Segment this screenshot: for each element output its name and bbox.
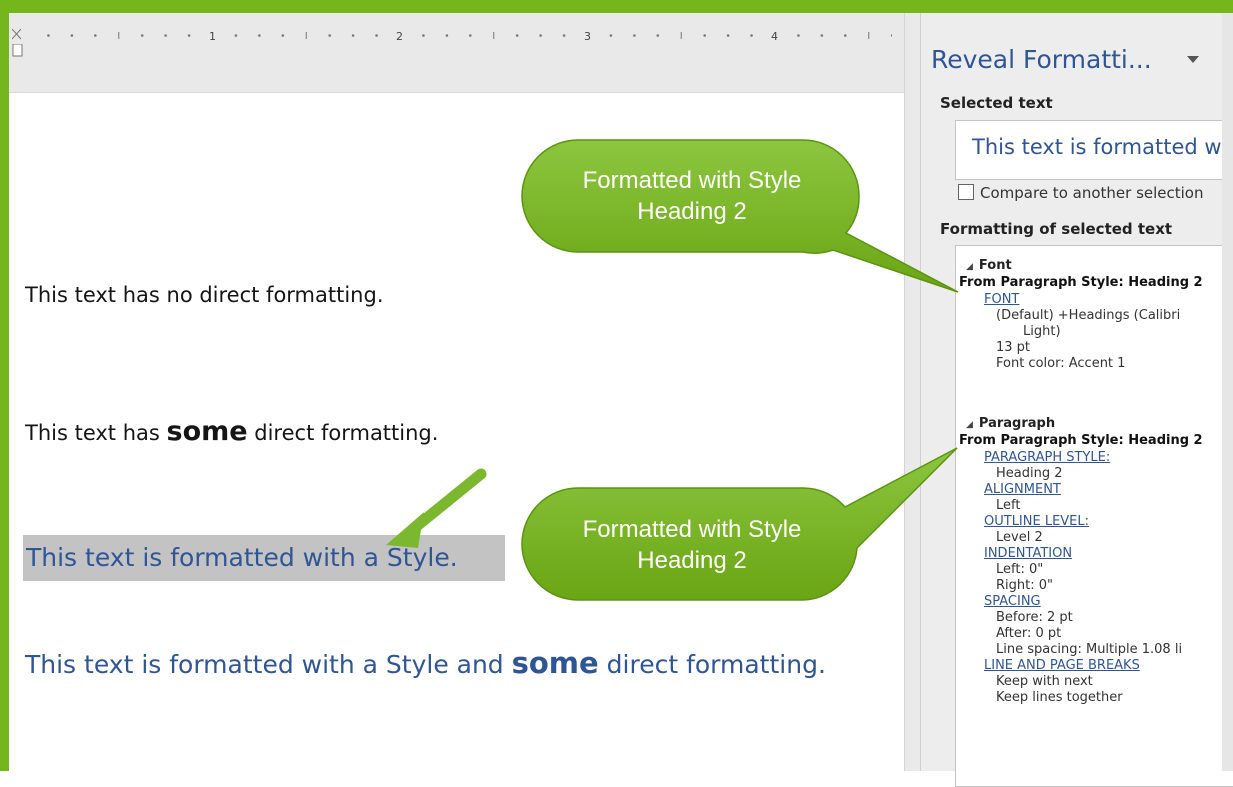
ruler-dot	[750, 34, 753, 37]
paragraph-style-and-direct[interactable]: This text is formatted with a Style and …	[25, 646, 826, 680]
ruler-dot	[258, 34, 261, 37]
ruler-dot	[164, 34, 167, 37]
line-page-breaks-link[interactable]: LINE AND PAGE BREAKS	[984, 658, 1140, 674]
ruler-area: 1 2 3 4	[9, 13, 920, 92]
ruler-dot	[351, 34, 355, 37]
ruler-dot	[633, 34, 636, 37]
expand-triangle-icon[interactable]: ◢	[966, 420, 973, 430]
font-value: Light)	[1023, 324, 1061, 339]
green-frame-top	[0, 0, 1233, 13]
indent-left-value: Left: 0"	[996, 562, 1044, 577]
callout-line: Formatted with Style	[582, 167, 802, 194]
outline-level-link[interactable]: OUTLINE LEVEL:	[984, 514, 1089, 530]
ruler-dot	[515, 34, 519, 37]
document-area: 1 2 3 4 This text has no direct formatti…	[9, 13, 920, 771]
font-link[interactable]: FONT	[984, 292, 1019, 308]
paragraph-section-header[interactable]: ◢ Paragraph	[966, 416, 1055, 433]
callout-label-top: Formatted with Style Heading 2	[527, 165, 857, 227]
ruler-dot	[539, 34, 542, 37]
ruler-dot	[187, 34, 191, 37]
compare-checkbox-row[interactable]: Compare to another selection	[958, 184, 1203, 204]
ruler-dot	[797, 34, 800, 37]
ruler-dot	[609, 34, 613, 37]
formatting-details-box: ◢ Font From Paragraph Style: Heading 2 FO…	[955, 245, 1233, 787]
ruler-dot	[94, 34, 97, 37]
ruler-dot	[140, 34, 144, 37]
paragraph-no-direct-formatting[interactable]: This text has no direct formatting.	[25, 283, 384, 307]
indent-right-value: Right: 0"	[996, 578, 1053, 593]
outline-level-value: Level 2	[996, 530, 1043, 545]
pane-title: Reveal Formatti...	[931, 45, 1152, 74]
ruler-number-1: 1	[209, 30, 216, 43]
spacing-before-value: Before: 2 pt	[996, 610, 1073, 625]
document-margin-edge	[904, 13, 920, 771]
pane-options-chevron-down-icon[interactable]	[1187, 56, 1199, 63]
compare-label: Compare to another selection	[980, 184, 1204, 202]
alignment-link[interactable]: ALIGNMENT	[984, 482, 1061, 498]
indent-marker-icon[interactable]	[12, 44, 24, 58]
paragraph-style-link[interactable]: PARAGRAPH STYLE:	[984, 450, 1110, 466]
callout-line: Formatted with Style	[582, 516, 802, 543]
paragraph-text: This text is formatted with a Style and	[25, 650, 512, 679]
ruler-dot	[656, 34, 660, 37]
keep-lines-together-value: Keep lines together	[996, 690, 1123, 705]
keep-with-next-value: Keep with next	[996, 674, 1093, 689]
line-spacing-value: Line spacing: Multiple 1.08 li	[996, 642, 1183, 657]
indentation-link[interactable]: INDENTATION	[984, 546, 1072, 562]
green-frame-left	[0, 0, 9, 771]
ruler-dot	[445, 34, 449, 37]
paragraph-some-direct-formatting[interactable]: This text has some direct formatting.	[25, 416, 438, 447]
paragraph-text: direct formatting.	[247, 421, 439, 445]
ruler-dot	[562, 34, 566, 37]
ruler-dot	[47, 34, 50, 37]
paragraph-text: direct formatting.	[598, 650, 826, 679]
ruler-dot	[844, 34, 847, 37]
ruler-dot	[281, 34, 285, 37]
expand-triangle-icon[interactable]: ◢	[966, 262, 973, 272]
ruler-dot	[726, 34, 730, 37]
callout-line: Heading 2	[637, 198, 747, 225]
paragraph-text: This text has	[25, 421, 167, 445]
callout-line: Heading 2	[637, 547, 747, 574]
spacing-after-value: After: 0 pt	[996, 626, 1062, 641]
ruler-dot	[422, 34, 425, 37]
page-edge	[9, 92, 904, 93]
font-from-style: From Paragraph Style: Heading 2	[959, 275, 1203, 290]
spacing-link[interactable]: SPACING	[984, 594, 1041, 610]
paragraph-style-selected[interactable]: This text is formatted with a Style.	[23, 535, 505, 581]
selected-text-preview-box[interactable]: This text is formatted with a Style.	[955, 120, 1233, 180]
font-color-value: Font color: Accent 1	[996, 356, 1126, 371]
font-section-header[interactable]: ◢ Font	[966, 258, 1012, 275]
font-size-value: 13 pt	[996, 340, 1031, 355]
font-value: (Default) +Headings (Calibri	[996, 308, 1181, 323]
bold-word: some	[511, 646, 599, 680]
paragraph-from-style: From Paragraph Style: Heading 2	[959, 433, 1203, 448]
pane-scroll-edge[interactable]	[1222, 13, 1233, 771]
ruler-dot	[234, 34, 238, 37]
ruler-dot	[469, 34, 472, 37]
ruler-dot	[820, 34, 824, 37]
ruler-dot	[375, 34, 378, 37]
ruler-dot	[890, 34, 892, 37]
ruler-dot	[70, 34, 74, 37]
reveal-formatting-pane: Reveal Formatti... Selected text This te…	[920, 13, 1233, 787]
paragraph-style-value: Heading 2	[996, 466, 1063, 481]
ruler-number-2: 2	[396, 30, 403, 43]
selected-text-label: Selected text	[940, 94, 1053, 112]
ruler-dot	[328, 34, 331, 37]
callout-label-bottom: Formatted with Style Heading 2	[527, 514, 857, 576]
ruler-dot	[703, 34, 706, 37]
formatting-label: Formatting of selected text	[940, 220, 1173, 238]
compare-checkbox[interactable]	[958, 184, 974, 200]
alignment-value: Left	[996, 498, 1021, 513]
ruler-number-3: 3	[584, 30, 591, 43]
bold-word: some	[166, 416, 248, 447]
horizontal-ruler[interactable]: 1 2 3 4	[12, 29, 892, 44]
selected-text-preview: This text is formatted with a Style.	[972, 135, 1233, 159]
ruler-number-4: 4	[771, 30, 778, 43]
